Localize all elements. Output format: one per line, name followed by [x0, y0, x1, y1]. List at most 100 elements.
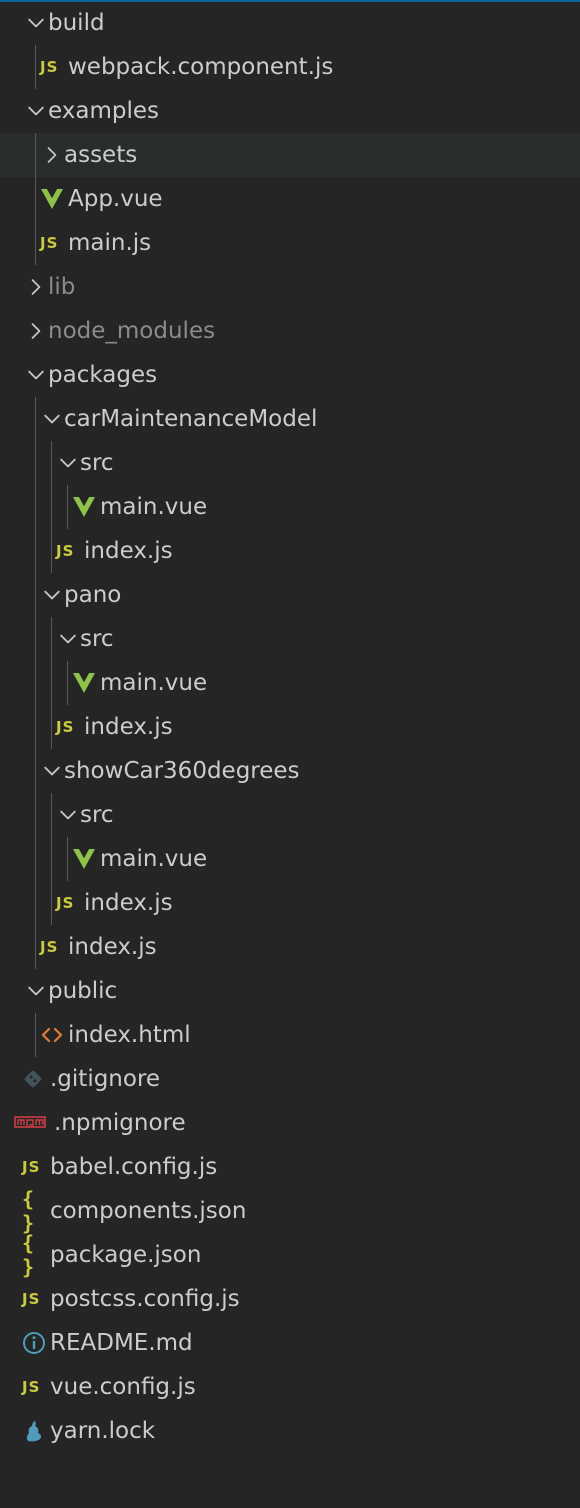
js-icon: JS	[56, 894, 75, 912]
chevron-down-icon[interactable]	[40, 749, 64, 793]
tree-item-label: node_modules	[48, 318, 216, 344]
tree-folder-packages[interactable]: packages	[0, 353, 580, 397]
tree-item-label: main.vue	[100, 670, 208, 696]
chevron-down-icon[interactable]	[56, 617, 80, 661]
chevron-down-icon[interactable]	[24, 353, 48, 397]
tree-item-label: examples	[48, 98, 159, 124]
indent-guide	[67, 485, 68, 529]
tree-file-readme-md[interactable]: README.md	[0, 1321, 580, 1365]
indent-guide	[51, 793, 52, 925]
js-icon: JS	[22, 1158, 41, 1176]
tree-item-label: carMaintenanceModel	[64, 406, 318, 432]
tree-file-index-js[interactable]: JS index.js	[0, 705, 580, 749]
js-icon: JS	[22, 1378, 41, 1396]
tree-file-index-js[interactable]: JS index.js	[0, 881, 580, 925]
tree-item-label: showCar360degrees	[64, 758, 300, 784]
tree-item-label: .npmignore	[54, 1110, 186, 1136]
tree-item-label: postcss.config.js	[50, 1286, 240, 1312]
tree-item-label: main.vue	[100, 846, 208, 872]
tree-folder-examples[interactable]: examples	[0, 89, 580, 133]
chevron-down-icon[interactable]	[40, 573, 64, 617]
tree-folder-showcar360degrees[interactable]: showCar360degrees	[0, 749, 580, 793]
chevron-down-icon[interactable]	[24, 1, 48, 45]
tree-file-index-js[interactable]: JS index.js	[0, 925, 580, 969]
tree-folder-node-modules[interactable]: node_modules	[0, 309, 580, 353]
tree-file-postcss-config-js[interactable]: JS postcss.config.js	[0, 1277, 580, 1321]
tree-folder-src[interactable]: src	[0, 441, 580, 485]
indent-guide	[35, 45, 36, 89]
tree-file-main-vue[interactable]: main.vue	[0, 485, 580, 529]
tree-item-label: src	[80, 450, 114, 476]
indent-guide	[51, 441, 52, 573]
html-icon	[40, 1013, 68, 1057]
tree-item-label: package.json	[50, 1242, 202, 1268]
chevron-right-icon[interactable]	[24, 265, 48, 309]
tree-file-package-json[interactable]: { } package.json	[0, 1231, 580, 1279]
chevron-down-icon[interactable]	[56, 793, 80, 837]
tree-item-label: main.vue	[100, 494, 208, 520]
tree-folder-src[interactable]: src	[0, 793, 580, 837]
chevron-down-icon[interactable]	[24, 969, 48, 1013]
tree-file-index-js[interactable]: JS index.js	[0, 529, 580, 573]
indent-guide	[67, 837, 68, 881]
indent-guide	[67, 661, 68, 705]
js-icon: JS	[40, 938, 59, 956]
tree-folder-lib[interactable]: lib	[0, 265, 580, 309]
tree-item-label: App.vue	[68, 186, 163, 212]
tree-item-label: assets	[64, 142, 138, 168]
chevron-down-icon[interactable]	[56, 441, 80, 485]
tree-item-label: .gitignore	[50, 1066, 161, 1092]
info-icon	[22, 1321, 50, 1365]
tree-item-label: babel.config.js	[50, 1154, 218, 1180]
indent-guide	[35, 133, 36, 265]
vue-icon	[72, 837, 100, 881]
tree-item-label: README.md	[50, 1330, 193, 1356]
js-icon: JS	[40, 234, 59, 252]
chevron-right-icon[interactable]	[24, 309, 48, 353]
tree-file-yarn-lock[interactable]: yarn.lock	[0, 1409, 580, 1453]
tree-file-vue-config-js[interactable]: JS vue.config.js	[0, 1365, 580, 1409]
vue-icon	[72, 485, 100, 529]
json-icon: { }	[22, 1231, 34, 1279]
tree-item-label: index.js	[84, 890, 173, 916]
js-icon: JS	[40, 58, 59, 76]
tree-item-label: index.js	[84, 714, 173, 740]
tree-item-label: index.js	[68, 934, 157, 960]
tree-item-label: pano	[64, 582, 122, 608]
tree-file-main-vue[interactable]: main.vue	[0, 661, 580, 705]
tree-item-label: webpack.component.js	[68, 54, 334, 80]
tree-file-gitignore[interactable]: .gitignore	[0, 1057, 580, 1101]
tree-item-label: src	[80, 802, 114, 828]
tree-item-label: vue.config.js	[50, 1374, 196, 1400]
tree-folder-src[interactable]: src	[0, 617, 580, 661]
tree-file-main-js[interactable]: JS main.js	[0, 221, 580, 265]
tree-item-label: public	[48, 978, 118, 1004]
tree-folder-public[interactable]: public	[0, 969, 580, 1013]
file-explorer: build JS webpack.component.js examples asset…	[0, 0, 580, 1508]
tree-item-label: packages	[48, 362, 158, 388]
tree-file-babel-config-js[interactable]: JS babel.config.js	[0, 1145, 580, 1189]
tree-item-label: index.html	[68, 1022, 191, 1048]
tree-file-webpack-component-js[interactable]: JS webpack.component.js	[0, 45, 580, 89]
tree-file-main-vue[interactable]: main.vue	[0, 837, 580, 881]
npm-icon	[14, 1101, 54, 1145]
json-icon: { }	[22, 1187, 34, 1235]
tree-folder-pano[interactable]: pano	[0, 573, 580, 617]
git-icon	[22, 1057, 50, 1101]
chevron-down-icon[interactable]	[40, 397, 64, 441]
tree-folder-carmaintenancemodel[interactable]: carMaintenanceModel	[0, 397, 580, 441]
tree-folder-assets[interactable]: assets	[0, 133, 580, 177]
tree-file-app-vue[interactable]: App.vue	[0, 177, 580, 221]
tree-file-components-json[interactable]: { } components.json	[0, 1187, 580, 1235]
tree-item-label: yarn.lock	[50, 1418, 156, 1444]
js-icon: JS	[22, 1290, 41, 1308]
vue-icon	[40, 177, 68, 221]
tree-folder-build[interactable]: build	[0, 1, 580, 45]
tree-file-npmignore[interactable]: .npmignore	[0, 1101, 580, 1145]
chevron-right-icon[interactable]	[40, 133, 64, 177]
tree-item-label: main.js	[68, 230, 152, 256]
js-icon: JS	[56, 718, 75, 736]
js-icon: JS	[56, 542, 75, 560]
chevron-down-icon[interactable]	[24, 89, 48, 133]
tree-file-index-html[interactable]: index.html	[0, 1013, 580, 1057]
